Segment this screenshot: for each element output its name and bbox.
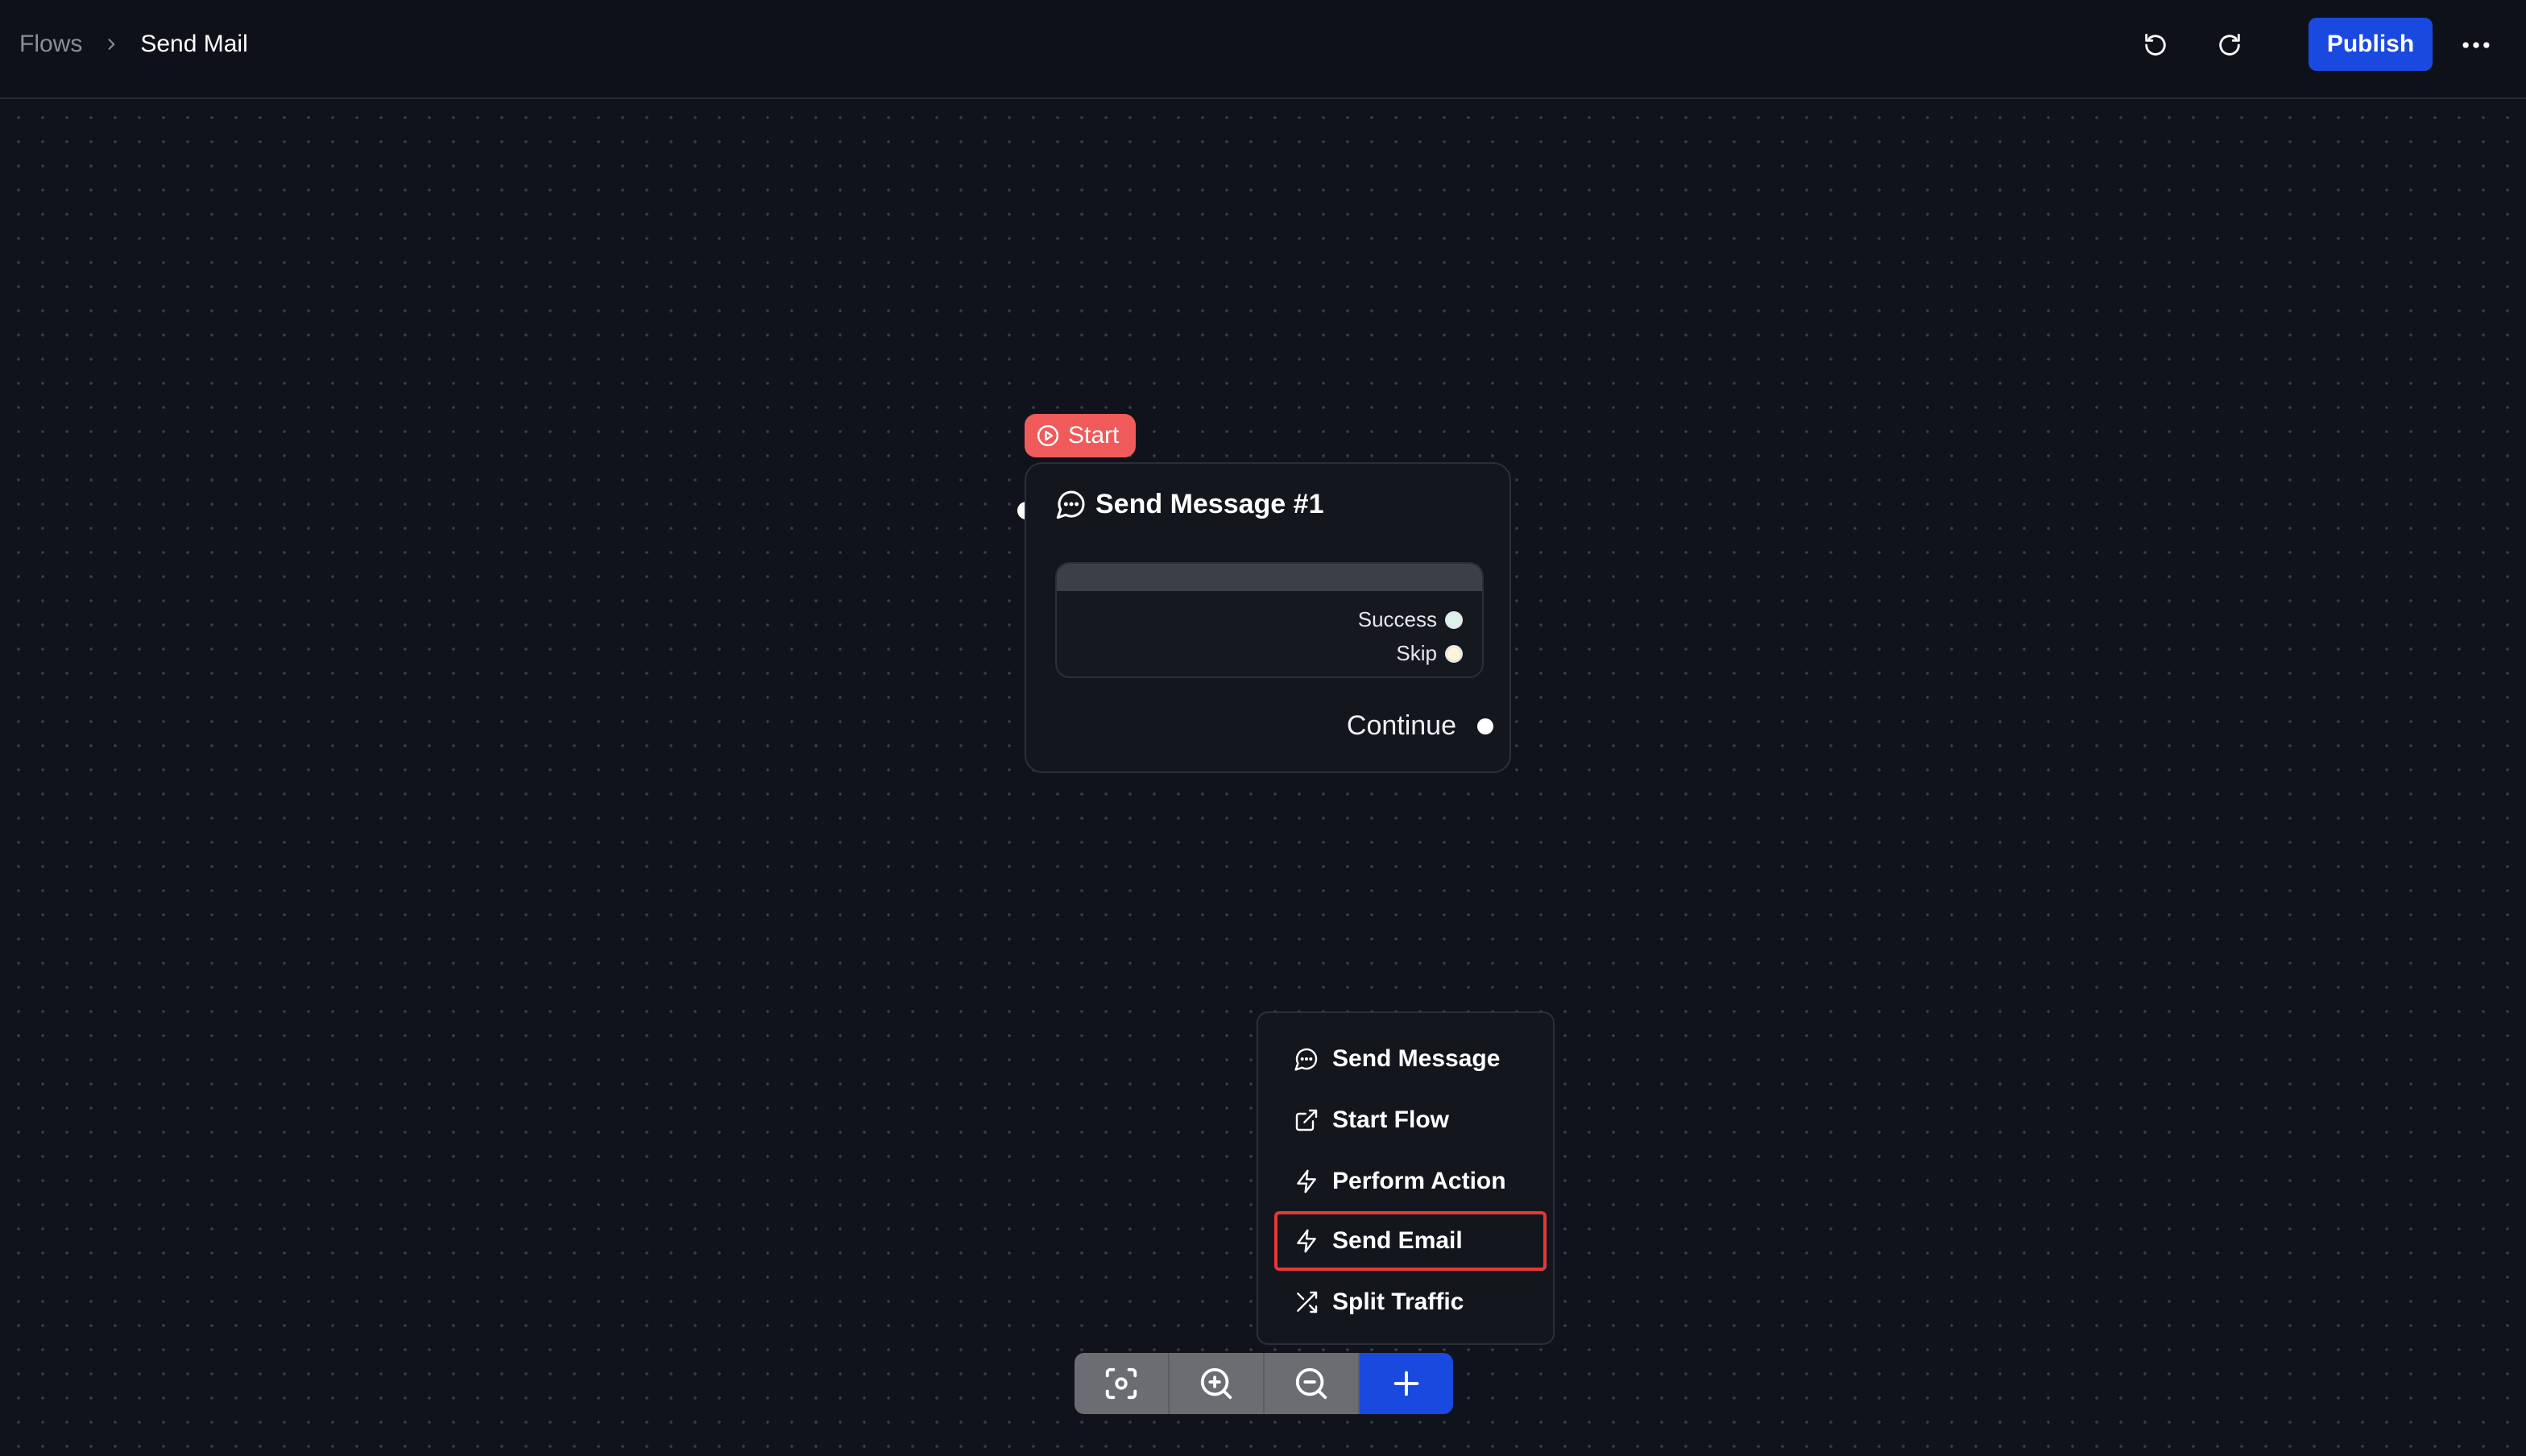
menu-item-label: Start Flow (1332, 1106, 1450, 1133)
message-preview-header (1057, 564, 1482, 591)
menu-item-send-message[interactable]: Send Message (1274, 1029, 1547, 1089)
fit-view-icon (1105, 1367, 1137, 1400)
menu-item-perform-action[interactable]: Perform Action (1274, 1152, 1547, 1211)
shuffle-icon (1292, 1288, 1321, 1317)
add-node-button[interactable] (1360, 1353, 1453, 1414)
start-label: Start (1068, 422, 1120, 449)
menu-item-label: Perform Action (1332, 1168, 1506, 1194)
output-success-label: Success (1357, 607, 1437, 631)
undo-icon (2145, 33, 2166, 56)
undo-button[interactable] (2133, 23, 2178, 68)
publish-button[interactable]: Publish (2309, 18, 2433, 71)
skip-handle[interactable] (1445, 644, 1463, 663)
zoom-out-button[interactable] (1265, 1353, 1360, 1414)
success-handle[interactable] (1445, 610, 1463, 629)
continue-label: Continue (1346, 710, 1456, 741)
plus-icon (1393, 1371, 1419, 1396)
message-preview-box[interactable]: Success Skip (1055, 562, 1484, 678)
output-skip: Skip (1396, 641, 1463, 666)
redo-icon (2219, 33, 2240, 56)
menu-item-label: Send Email (1332, 1227, 1463, 1254)
play-circle-icon (1036, 424, 1060, 448)
lightning-icon (1292, 1226, 1321, 1255)
send-message-node[interactable]: Send Message #1 Success Skip Continue (1025, 462, 1511, 773)
menu-item-label: Send Message (1332, 1045, 1501, 1072)
canvas-toolbar (1075, 1353, 1453, 1414)
zoom-in-icon (1200, 1367, 1232, 1400)
breadcrumb-current: Send Mail (140, 31, 248, 57)
chat-bubble-icon (1292, 1044, 1321, 1073)
start-badge: Start (1025, 414, 1136, 457)
lightning-icon (1292, 1167, 1321, 1196)
top-bar: Flows Send Mail Publish (0, 0, 2526, 99)
menu-item-start-flow[interactable]: Start Flow (1274, 1090, 1547, 1150)
redo-button[interactable] (2207, 23, 2252, 68)
fit-view-button[interactable] (1075, 1353, 1170, 1414)
menu-item-label: Split Traffic (1332, 1288, 1464, 1315)
external-link-icon (1292, 1106, 1321, 1135)
menu-item-send-email[interactable]: Send Email (1274, 1211, 1547, 1271)
more-horizontal-icon (2462, 42, 2490, 48)
output-success: Success (1358, 607, 1463, 632)
more-options-button[interactable] (2454, 23, 2499, 68)
chevron-right-icon (82, 28, 140, 60)
continue-handle[interactable] (1477, 718, 1493, 734)
output-continue: Continue (1347, 710, 1493, 742)
chat-bubble-icon (1055, 488, 1087, 520)
node-title-text: Send Message #1 (1095, 488, 1324, 519)
node-title: Send Message #1 (1055, 488, 1323, 520)
zoom-in-button[interactable] (1170, 1353, 1265, 1414)
menu-item-split-traffic[interactable]: Split Traffic (1274, 1272, 1547, 1332)
breadcrumb: Flows Send Mail (19, 0, 248, 89)
output-skip-label: Skip (1396, 641, 1437, 665)
breadcrumb-flows-link[interactable]: Flows (19, 31, 82, 58)
zoom-out-icon (1295, 1367, 1327, 1400)
add-node-menu: Send Message Start Flow Perform Action S… (1257, 1011, 1555, 1345)
